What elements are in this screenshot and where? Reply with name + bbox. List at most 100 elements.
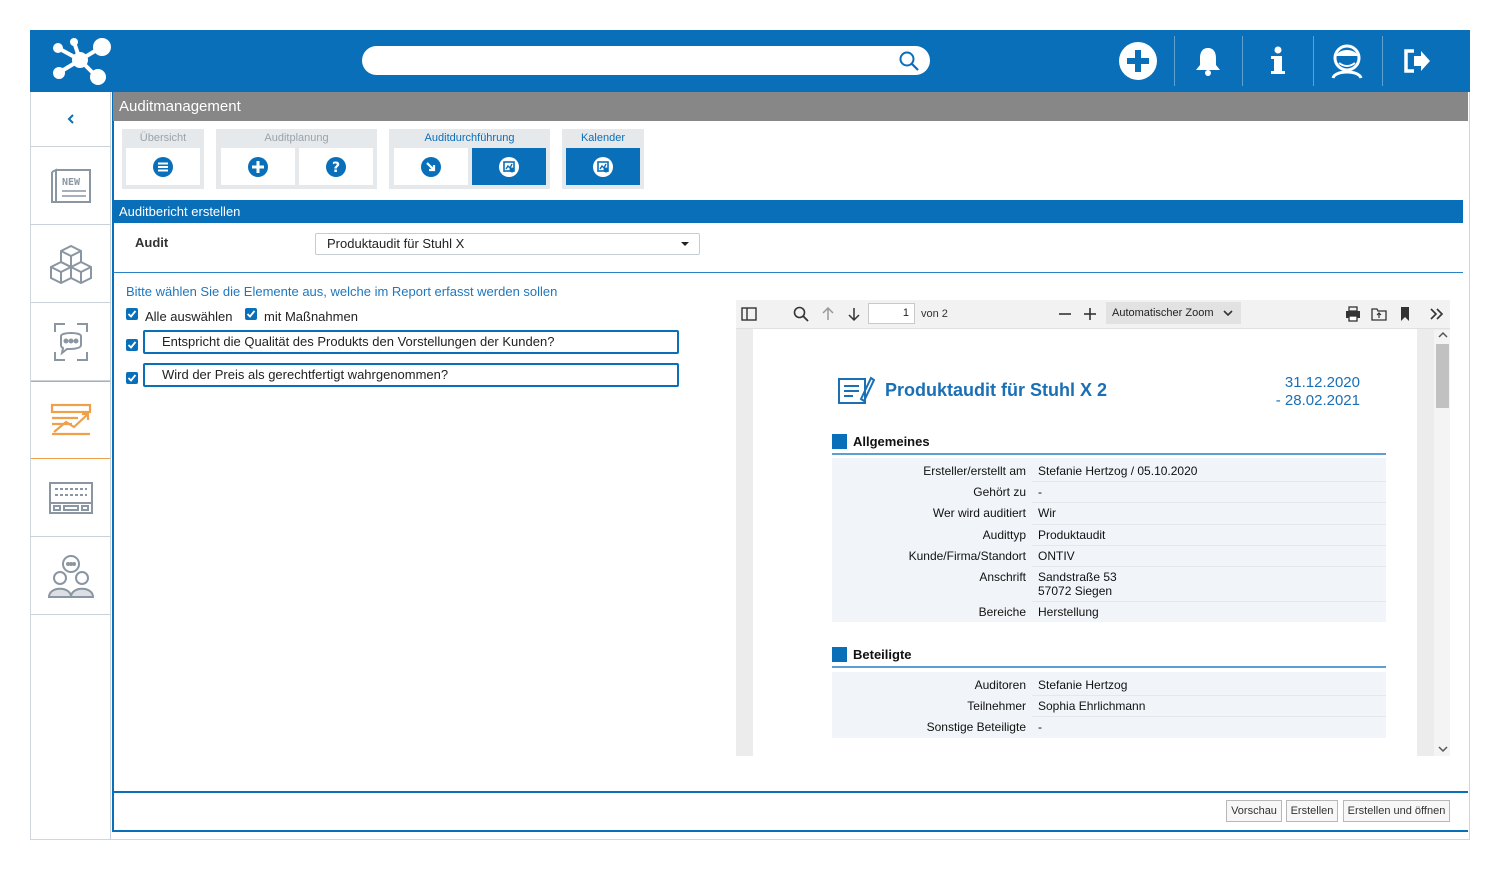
doc-date-end: - 28.02.2021 [1275, 392, 1360, 409]
section-divider [832, 453, 1386, 455]
previous-page-icon[interactable] [818, 304, 838, 324]
user-avatar-icon[interactable] [1324, 38, 1370, 84]
sidebar-collapse-button[interactable] [31, 92, 110, 147]
add-circle-icon[interactable] [1115, 38, 1161, 84]
sidebar-item-keyboard[interactable] [31, 459, 110, 537]
doc-date-start: 31.12.2020 [1284, 374, 1360, 391]
pdf-scrollbar-thumb[interactable] [1436, 344, 1449, 408]
select-all-label: Alle auswählen [145, 309, 233, 324]
kv-value: - [1038, 485, 1042, 499]
people-icon [47, 554, 94, 598]
instruction-text: Bitte wählen Sie die Elemente aus, welch… [126, 284, 558, 299]
with-measures-checkbox[interactable] [245, 308, 257, 320]
bookmark-icon[interactable] [1395, 304, 1415, 324]
page-title: Auditmanagement [113, 92, 1468, 121]
search-bar[interactable] [362, 46, 930, 75]
arrow-icon [421, 156, 441, 177]
kv-key: Anschrift [979, 570, 1026, 584]
create-and-open-button[interactable]: Erstellen und öffnen [1343, 800, 1450, 822]
chevron-left-icon [67, 114, 74, 124]
svg-text:NEW: NEW [62, 177, 81, 188]
footer-divider [113, 791, 1468, 793]
sidebar-toggle-icon[interactable] [739, 304, 759, 324]
preview-button[interactable]: Vorschau [1226, 800, 1282, 822]
calendar-report-button[interactable] [566, 148, 640, 185]
keyboard-icon [48, 481, 93, 514]
section-divider [832, 666, 1386, 668]
cubes-icon [49, 244, 92, 284]
news-icon: NEW [50, 167, 91, 203]
svg-text:?: ? [332, 160, 340, 176]
zoom-in-icon[interactable] [1080, 304, 1100, 324]
kv-key: Wer wird auditiert [932, 506, 1026, 520]
create-button[interactable]: Erstellen [1286, 800, 1338, 822]
print-icon[interactable] [1343, 304, 1363, 324]
kv-key: Bereiche [978, 605, 1026, 619]
select-all-checkbox[interactable] [126, 308, 138, 320]
zoom-select[interactable]: Automatischer Zoom [1106, 302, 1241, 324]
pdf-toolbar: 1 von 2 Automatischer Zoom [736, 300, 1450, 329]
kv-value: Wir [1038, 506, 1056, 520]
page-count: von 2 [921, 308, 948, 320]
kv-key: Ersteller/erstellt am [923, 464, 1026, 478]
pdf-search-icon[interactable] [791, 304, 811, 324]
network-logo-icon[interactable] [44, 36, 116, 86]
question-2[interactable]: Wird der Preis als gerechtfertigt wahrge… [143, 363, 679, 387]
scroll-down-icon[interactable] [1438, 745, 1448, 753]
next-page-icon[interactable] [844, 304, 864, 324]
info-icon[interactable] [1255, 38, 1301, 84]
planning-add-button[interactable] [221, 148, 295, 185]
audit-select[interactable]: Produktaudit für Stuhl X [315, 233, 700, 255]
bell-icon[interactable] [1185, 38, 1231, 84]
question-1[interactable]: Entspricht die Qualität des Produkts den… [143, 330, 679, 354]
tab-label-execution: Auditdurchführung [424, 132, 515, 144]
zoom-value: Automatischer Zoom [1112, 307, 1214, 319]
zoom-out-icon[interactable] [1055, 304, 1075, 324]
tab-group-planning: Auditplanung ? [216, 129, 377, 189]
kv-value: Sophia Ehrlichmann [1038, 699, 1146, 713]
sidebar-item-audit[interactable] [31, 381, 110, 459]
sidebar: NEW [31, 92, 111, 839]
sidebar-item-communication[interactable] [31, 303, 110, 381]
tab-label-calendar: Kalender [580, 132, 626, 144]
kv-value: - [1038, 720, 1042, 734]
tab-label-overview: Übersicht [139, 132, 187, 144]
section-general: Allgemeines [853, 434, 930, 449]
audit-select-value: Produktaudit für Stuhl X [327, 236, 465, 251]
execution-arrow-button[interactable] [394, 148, 468, 185]
page-number-input[interactable]: 1 [868, 303, 915, 324]
execution-report-button[interactable] [472, 148, 546, 185]
chevron-down-icon [1223, 310, 1233, 317]
kv-value: Stefanie Hertzog [1038, 678, 1128, 692]
planning-help-button[interactable]: ? [299, 148, 373, 185]
search-icon[interactable] [898, 50, 920, 72]
kv-key: Sonstige Beteiligte [926, 720, 1026, 734]
caret-down-icon [681, 242, 689, 246]
logout-icon[interactable] [1394, 38, 1440, 84]
tab-group-calendar: Kalender [562, 129, 644, 189]
double-chevron-right-icon[interactable] [1426, 304, 1446, 324]
doc-title: Produktaudit für Stuhl X 2 [885, 380, 1108, 400]
tab-label-planning: Auditplanung [264, 132, 329, 144]
report-document-icon [838, 376, 875, 404]
sidebar-item-cubes[interactable] [31, 225, 110, 303]
kv-key: Auditoren [974, 678, 1026, 692]
kv-value: Stefanie Hertzog / 05.10.2020 [1038, 464, 1198, 478]
kv-value: Herstellung [1038, 605, 1099, 619]
section-header: Auditbericht erstellen [113, 200, 1463, 223]
sidebar-item-news[interactable]: NEW [31, 147, 110, 225]
list-icon [153, 156, 173, 177]
kv-value: Produktaudit [1038, 528, 1106, 542]
question-2-checkbox[interactable] [126, 372, 138, 384]
top-bar [30, 30, 1470, 92]
question-1-checkbox[interactable] [126, 339, 138, 351]
tab-group-overview: Übersicht [122, 129, 204, 189]
scroll-up-icon[interactable] [1438, 331, 1448, 339]
kv-value: 57072 Siegen [1038, 584, 1113, 598]
overview-list-button[interactable] [126, 148, 200, 185]
sidebar-item-people[interactable] [31, 537, 110, 615]
open-file-icon[interactable] [1369, 304, 1389, 324]
with-measures-label: mit Maßnahmen [264, 309, 358, 324]
kv-value: ONTIV [1038, 549, 1075, 563]
report-icon [499, 156, 519, 177]
